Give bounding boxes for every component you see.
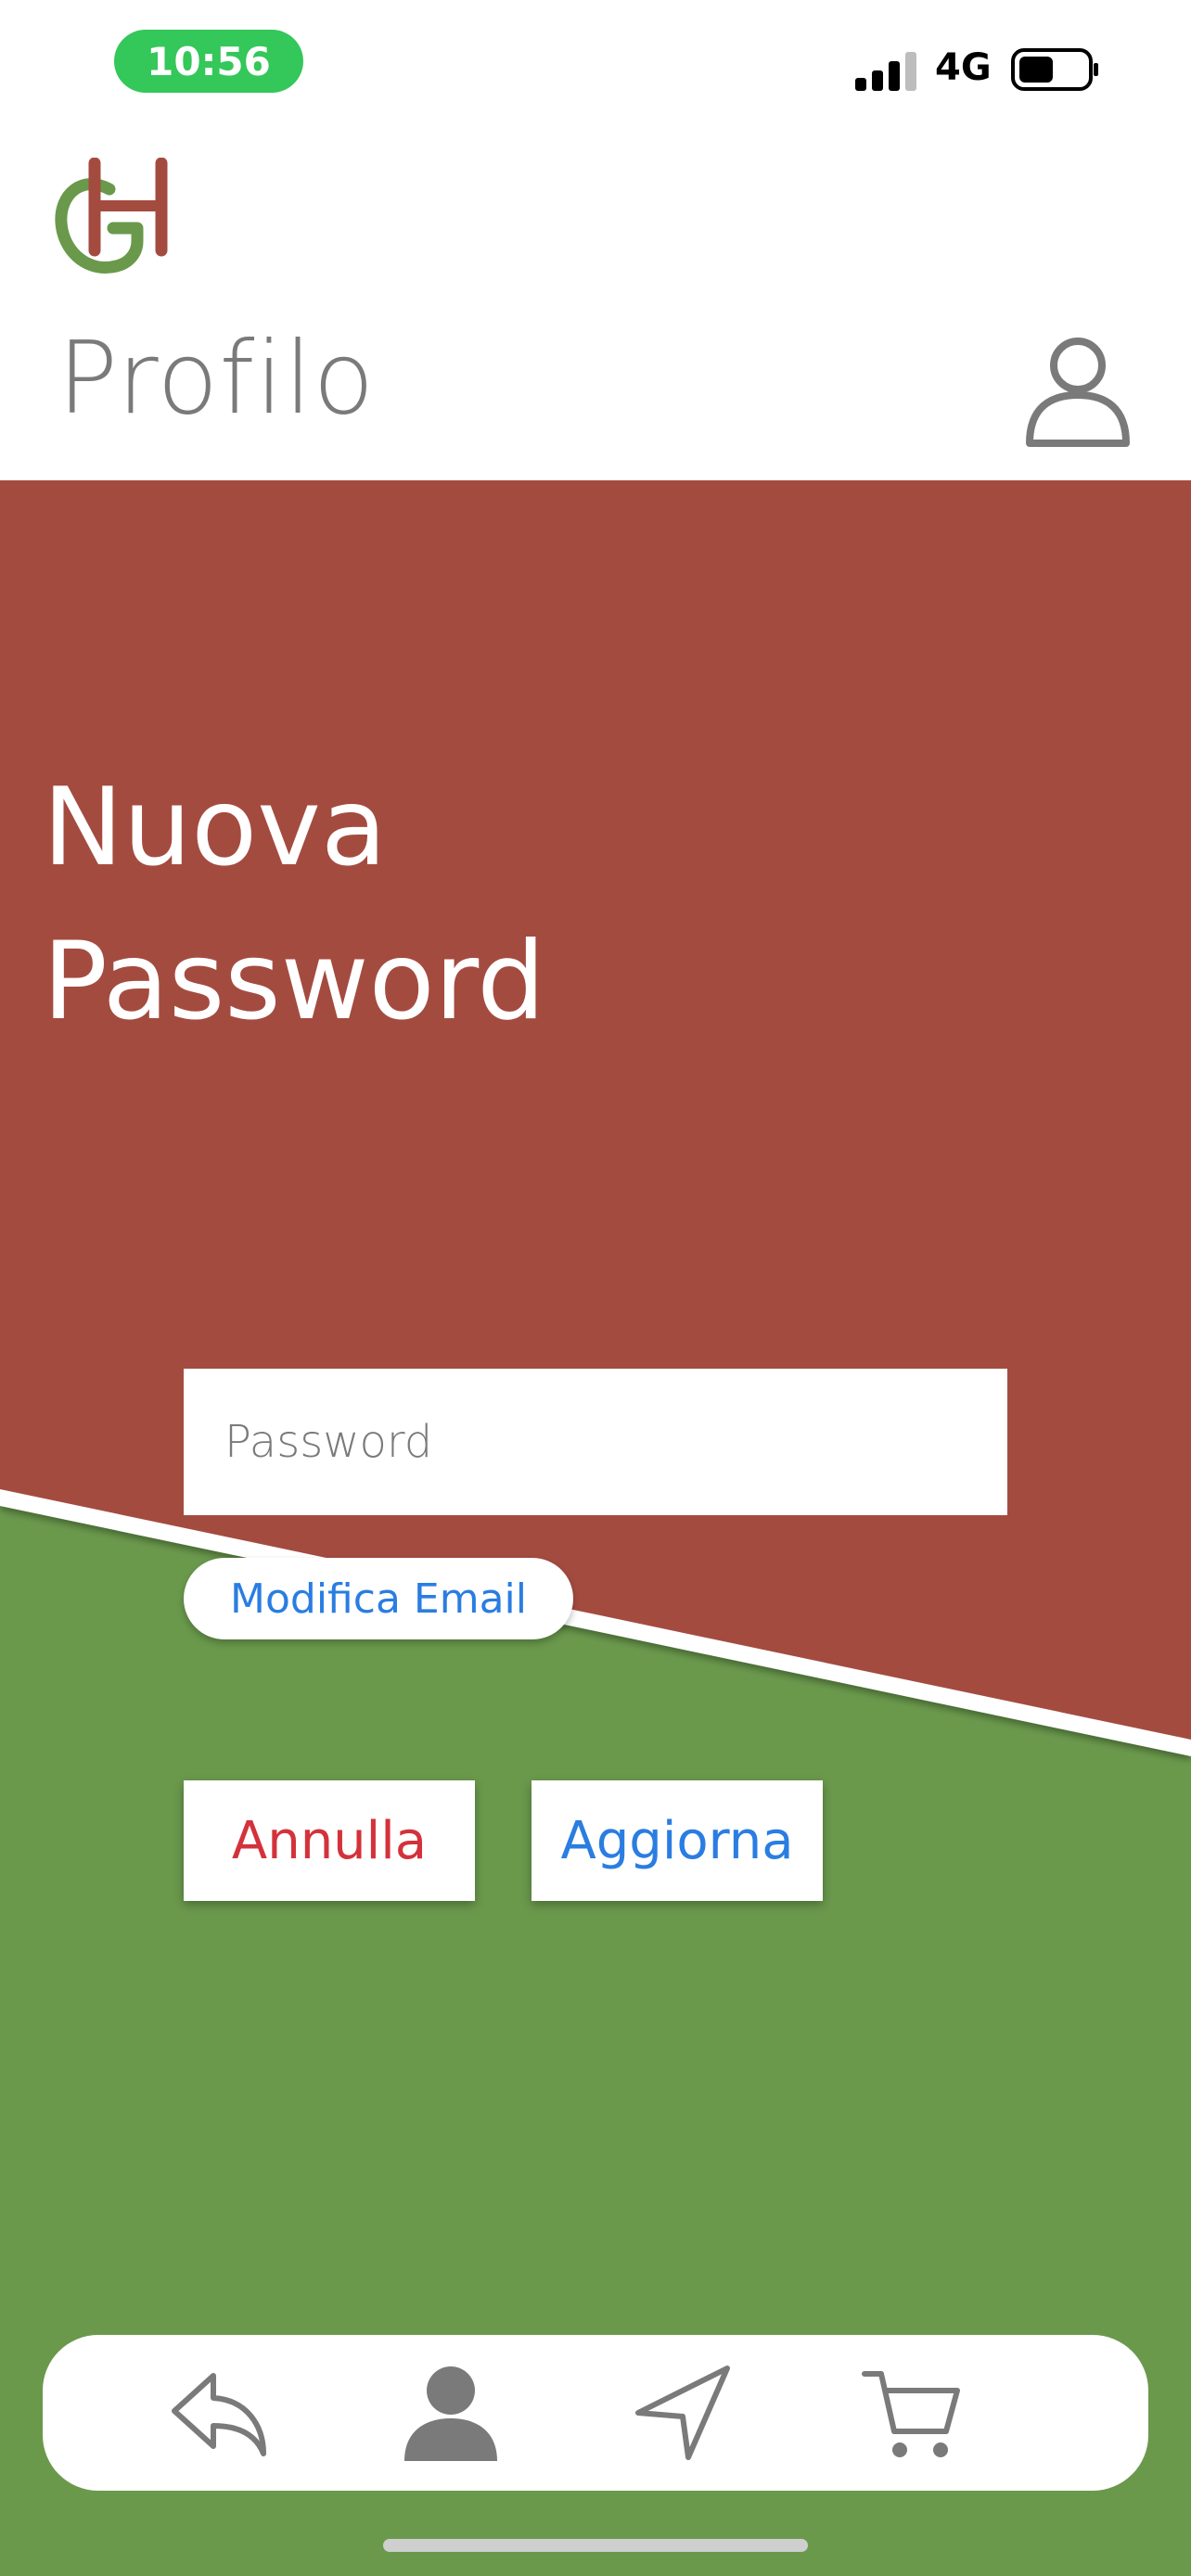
location-arrow-icon[interactable] [631,2361,735,2465]
hero-title: Nuova Password [43,751,545,1059]
cancel-button[interactable]: Annulla [184,1780,475,1901]
app-logo [55,158,168,274]
cellular-signal-icon [855,52,916,91]
page-title: Profilo [58,321,376,437]
profile-nav-icon[interactable] [399,2361,503,2465]
update-button[interactable]: Aggiorna [531,1780,823,1901]
password-input[interactable] [184,1369,1007,1515]
modify-email-button[interactable]: Modifica Email [184,1558,573,1639]
status-time: 10:56 [114,30,303,93]
hero-title-line2: Password [43,919,545,1044]
hero-title-line1: Nuova [43,765,387,890]
user-profile-icon[interactable] [1022,334,1133,449]
battery-icon [1011,48,1098,91]
cart-icon[interactable] [861,2361,965,2465]
home-indicator [383,2539,808,2552]
back-icon[interactable] [167,2361,271,2465]
network-type: 4G [935,46,992,89]
